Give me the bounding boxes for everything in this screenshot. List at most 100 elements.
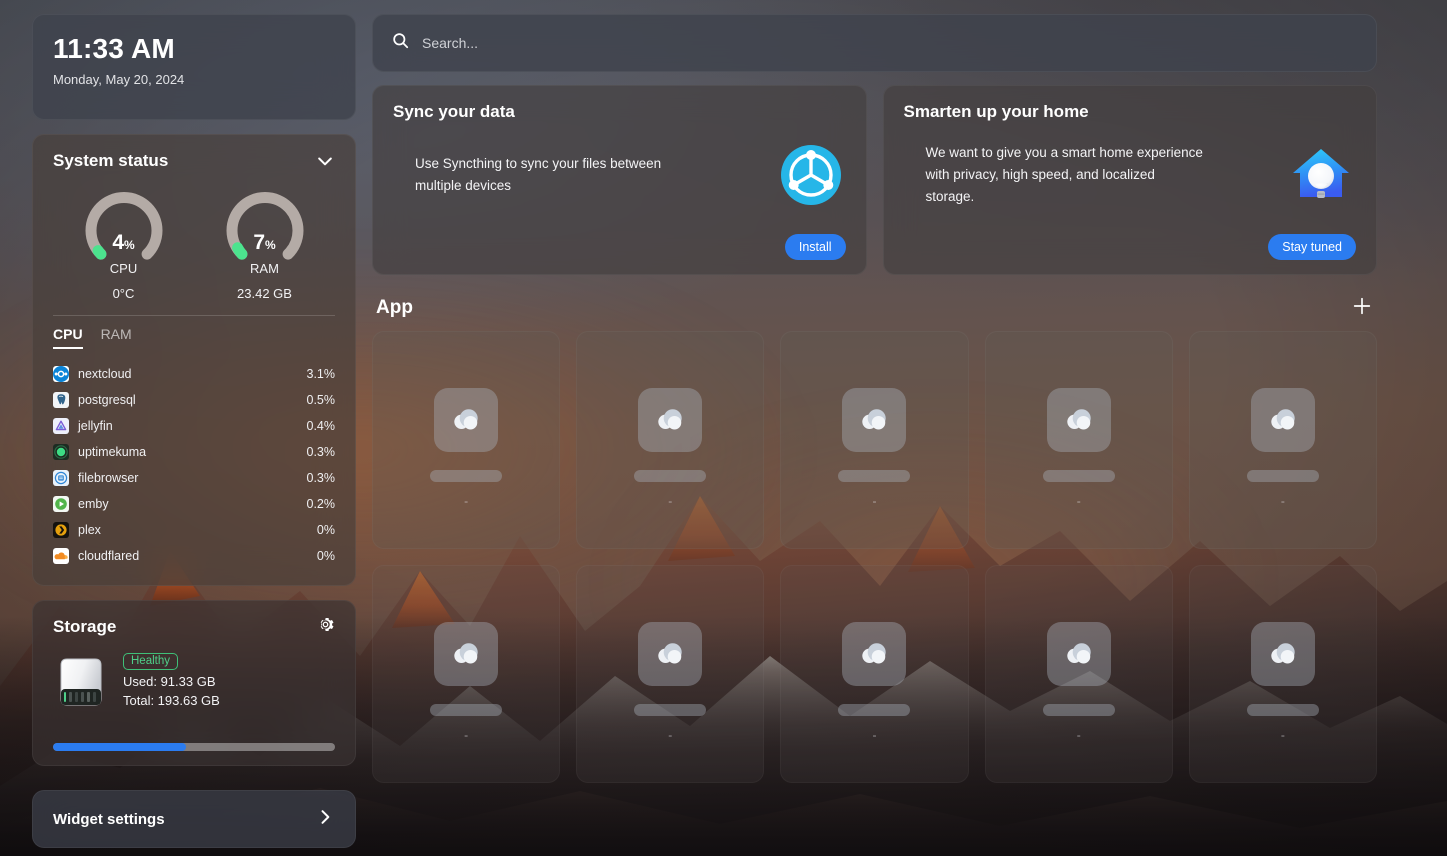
cloud-placeholder-icon	[842, 388, 907, 452]
list-item[interactable]: nextcloud 3.1%	[53, 361, 335, 387]
promo-card-syncthing: Sync your data Use Syncthing to sync you…	[372, 85, 867, 275]
clock-date: Monday, May 20, 2024	[53, 72, 185, 87]
app-section-title: App	[376, 297, 413, 318]
cpu-gauge-value: 4%	[69, 231, 179, 255]
app-tile-placeholder[interactable]: -	[780, 565, 969, 783]
app-label-placeholder	[1246, 470, 1319, 482]
app-tile-placeholder[interactable]: -	[1188, 331, 1377, 549]
app-tile-placeholder[interactable]: -	[372, 331, 561, 549]
plus-icon[interactable]	[1351, 295, 1373, 322]
ram-gauge-number: 7	[253, 231, 265, 254]
search-input[interactable]	[422, 35, 1293, 51]
cloud-placeholder-icon	[1046, 622, 1111, 686]
system-status-header: System status	[53, 151, 335, 171]
emby-icon	[53, 496, 69, 512]
section-divider	[53, 315, 335, 316]
app-tile-placeholder[interactable]: -	[576, 565, 765, 783]
app-subtitle-placeholder: -	[1076, 728, 1081, 742]
app-tile-placeholder[interactable]: -	[984, 565, 1173, 783]
promo-card-smart-home: Smarten up your home We want to give you…	[882, 85, 1377, 275]
ram-gauge-value: 7%	[210, 231, 320, 255]
app-label-placeholder	[1246, 704, 1319, 716]
system-status-widget: System status 4% CPU 0°C 7% RAM 23.42 GB…	[32, 134, 356, 586]
tab-ram[interactable]: RAM	[101, 326, 132, 349]
ram-gauge: 7% RAM 23.42 GB	[210, 183, 320, 301]
cpu-gauge: 4% CPU 0°C	[69, 183, 179, 301]
list-item[interactable]: emby 0.2%	[53, 491, 335, 517]
list-item[interactable]: postgresql 0.5%	[53, 387, 335, 413]
app-tile-placeholder[interactable]: -	[984, 331, 1173, 549]
app-label-placeholder	[1042, 704, 1115, 716]
cpu-gauge-label: CPU	[109, 261, 138, 276]
gear-icon[interactable]	[316, 615, 335, 639]
app-label-placeholder	[1042, 470, 1115, 482]
storage-progress-fill	[53, 743, 186, 751]
app-subtitle-placeholder: -	[668, 728, 673, 742]
app-subtitle-placeholder: -	[1280, 728, 1285, 742]
app-section-header: App	[372, 293, 1377, 323]
promo-body: Use Syncthing to sync your files between…	[393, 140, 846, 210]
app-tile-placeholder[interactable]: -	[1188, 565, 1377, 783]
process-list: nextcloud 3.1% postgresql 0.5% jellyfin …	[53, 361, 335, 569]
ram-total: 23.42 GB	[237, 286, 292, 301]
app-subtitle-placeholder: -	[872, 728, 877, 742]
widget-settings-button[interactable]: Widget settings	[32, 790, 356, 848]
cloud-placeholder-icon	[434, 388, 499, 452]
cloud-placeholder-icon	[1046, 388, 1111, 452]
ram-gauge-unit: %	[265, 238, 276, 252]
list-item[interactable]: filebrowser 0.3%	[53, 465, 335, 491]
promo-cards: Sync your data Use Syncthing to sync you…	[372, 85, 1377, 275]
storage-body: Healthy Used: 91.33 GB Total: 193.63 GB	[53, 651, 335, 711]
process-value: 0%	[316, 549, 335, 563]
ram-gauge-label: RAM	[250, 261, 279, 276]
app-label-placeholder	[634, 704, 707, 716]
promo-text: We want to give you a smart home experie…	[925, 145, 1203, 204]
uptimekuma-icon	[53, 444, 69, 460]
jellyfin-icon	[53, 418, 69, 434]
app-tile-placeholder[interactable]: -	[780, 331, 969, 549]
cloud-placeholder-icon	[1250, 622, 1315, 686]
process-value: 0%	[316, 523, 335, 537]
syncthing-logo	[776, 140, 846, 210]
cloud-placeholder-icon	[1250, 388, 1315, 452]
process-value: 3.1%	[306, 367, 336, 381]
app-label-placeholder	[838, 704, 911, 716]
promo-text: Use Syncthing to sync your files between…	[415, 156, 662, 193]
app-subtitle-placeholder: -	[464, 494, 469, 508]
cpu-temperature: 0°C	[112, 286, 135, 301]
app-label-placeholder	[838, 470, 911, 482]
storage-title: Storage	[53, 617, 117, 636]
cloud-placeholder-icon	[638, 388, 703, 452]
tab-cpu[interactable]: CPU	[53, 326, 83, 349]
process-value: 0.3%	[306, 471, 336, 485]
search-icon	[391, 31, 410, 55]
promo-title: Sync your data	[393, 102, 515, 121]
storage-used: Used: 91.33 GB	[123, 674, 216, 689]
app-subtitle-placeholder: -	[1280, 494, 1285, 508]
storage-widget: Storage Healthy Used: 91.33 GB Total: 19…	[32, 600, 356, 766]
list-item[interactable]: plex 0%	[53, 517, 335, 543]
search-bar[interactable]	[372, 14, 1377, 72]
chevron-down-icon[interactable]	[315, 151, 335, 171]
app-tile-placeholder[interactable]: -	[576, 331, 765, 549]
cpu-gauge-unit: %	[124, 238, 135, 252]
app-label-placeholder	[634, 470, 707, 482]
app-tile-placeholder[interactable]: -	[372, 565, 561, 783]
process-value: 0.2%	[306, 497, 336, 511]
main-content: Sync your data Use Syncthing to sync you…	[372, 14, 1377, 842]
nextcloud-icon	[53, 366, 69, 382]
list-item[interactable]: cloudflared 0%	[53, 543, 335, 569]
app-label-placeholder	[430, 470, 503, 482]
list-item[interactable]: uptimekuma 0.3%	[53, 439, 335, 465]
install-button[interactable]: Install	[784, 234, 846, 260]
list-item[interactable]: jellyfin 0.4%	[53, 413, 335, 439]
process-name: emby	[78, 497, 109, 511]
cloud-placeholder-icon	[842, 622, 907, 686]
chevron-right-icon	[315, 807, 335, 832]
storage-info: Healthy Used: 91.33 GB Total: 193.63 GB	[123, 651, 220, 708]
process-value: 0.3%	[306, 445, 336, 459]
process-name: postgresql	[78, 393, 136, 407]
status-badge: Healthy	[123, 653, 178, 670]
stay-tuned-button[interactable]: Stay tuned	[1268, 234, 1356, 260]
cpu-gauge-number: 4	[112, 231, 124, 254]
